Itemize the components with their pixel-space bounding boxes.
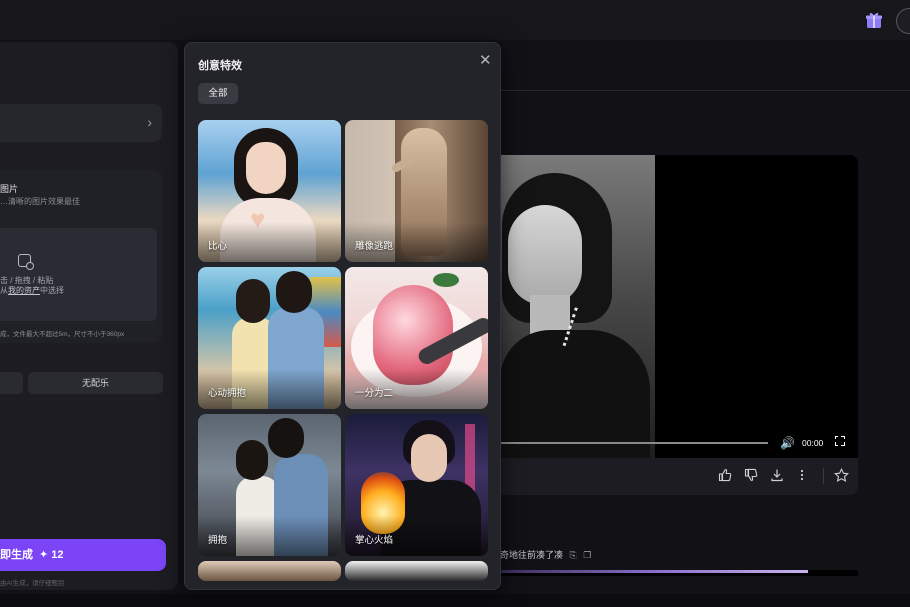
effect-card-hug[interactable]: 拥抱 [198,414,341,556]
portrait-dress [500,330,650,458]
upload-zone-assets-line: 从我的资产中选择 [0,285,64,296]
upload-hint: …清晰的图片效果最佳 [0,197,80,206]
effect-image-head-a [236,440,268,480]
effect-card-split-in-two[interactable]: 一分为二 [345,267,488,409]
image-upload-icon [18,254,34,270]
video-progress-bar[interactable] [500,442,768,444]
results-header-divider [500,90,910,91]
effect-card-statue-escape[interactable]: 雕像逃跑 [345,120,488,262]
reuse-prompt-icon[interactable]: ❐ [583,550,591,560]
upload-zone-suffix: 中选择 [40,286,64,295]
more-vertical-icon[interactable] [798,468,806,482]
effect-image-head-b [276,271,312,313]
thumbs-down-icon[interactable] [744,468,758,482]
top-bar [0,0,910,40]
no-music-button[interactable]: 无配乐 [28,372,163,394]
effect-image-leaf [433,273,459,287]
effect-card-label: 雕像逃跑 [355,241,394,252]
video-player[interactable]: 🔊 00:00 [500,155,858,458]
result-caption-text: 奇地往前凑了凑 [500,550,564,560]
app-root: › 图片 …清晰的图片效果最佳 击 / 拖拽 / 粘贴 从我的资产中选择 成，文… [0,0,910,607]
video-time: 00:00 [802,438,824,448]
effect-card-partial[interactable] [345,561,488,581]
user-avatar-button[interactable] [896,8,910,34]
effect-image-head-b [268,418,304,458]
generation-config-panel: › 图片 …清晰的图片效果最佳 击 / 拖拽 / 粘贴 从我的资产中选择 成，文… [0,42,178,590]
generate-cost: 12 [51,549,64,561]
modal-title: 创意特效 [198,60,242,72]
result-actions-bar [500,458,858,495]
fullscreen-icon[interactable] [834,435,845,446]
effect-image-face [246,142,286,194]
star-icon[interactable] [834,468,849,483]
next-result-preview[interactable] [500,570,858,576]
upload-dropzone[interactable]: 击 / 拖拽 / 粘贴 从我的资产中选择 [0,228,157,321]
upload-limits-note: 成，文件最大不超过5m，尺寸不小于360px [0,331,125,338]
effect-card-label: 心动拥抱 [208,388,247,399]
gift-icon[interactable] [864,10,884,30]
model-select-row[interactable]: › [0,104,162,142]
music-option-button[interactable] [0,372,23,394]
thumbs-up-icon[interactable] [718,468,732,482]
page-bottom-edge [0,594,910,607]
download-icon[interactable] [770,468,784,482]
result-caption: 奇地往前凑了凑 ⎘ ❐ [500,548,591,561]
effect-image-head-a [236,279,270,323]
effect-card-label: 一分为二 [355,388,394,399]
my-assets-link[interactable]: 我的资产 [8,286,40,295]
portrait-face [508,205,582,305]
sparkle-icon: ✦ [39,549,49,561]
creative-effects-modal: 创意特效 ✕ 全部 ♥ 比心 雕像逃跑 心动拥抱 一分为二 拥抱 掌心火焰 [184,42,501,590]
effect-card-romantic-hug[interactable]: 心动拥抱 [198,267,341,409]
generate-button[interactable]: 即生成 ✦ 12 [0,539,166,571]
close-icon[interactable]: ✕ [479,51,492,69]
volume-icon[interactable]: 🔊 [780,436,795,450]
copy-prompt-icon[interactable]: ⎘ [570,550,577,560]
generate-label: 即生成 [0,549,33,561]
actions-divider [823,468,824,484]
result-video-card: 🔊 00:00 [500,155,858,495]
effect-card-label: 掌心火焰 [355,535,394,546]
upload-zone-prefix: 从 [0,286,8,295]
ai-generated-note: 由AI生成，请仔细甄别 [0,580,65,587]
chevron-right-icon: › [147,114,152,130]
image-upload-card: 图片 …清晰的图片效果最佳 击 / 拖拽 / 粘贴 从我的资产中选择 成，文件最… [0,170,162,343]
effect-card-label: 比心 [208,241,228,252]
effect-card-label: 拥抱 [208,535,228,546]
effect-card-partial[interactable] [198,561,341,581]
effect-card-heart-hands[interactable]: ♥ 比心 [198,120,341,262]
filter-chip-all[interactable]: 全部 [198,83,238,104]
upload-title: 图片 [0,184,19,194]
effect-card-palm-flame[interactable]: 掌心火焰 [345,414,488,556]
effect-image-face [411,434,447,482]
video-thumbnail [500,155,655,458]
